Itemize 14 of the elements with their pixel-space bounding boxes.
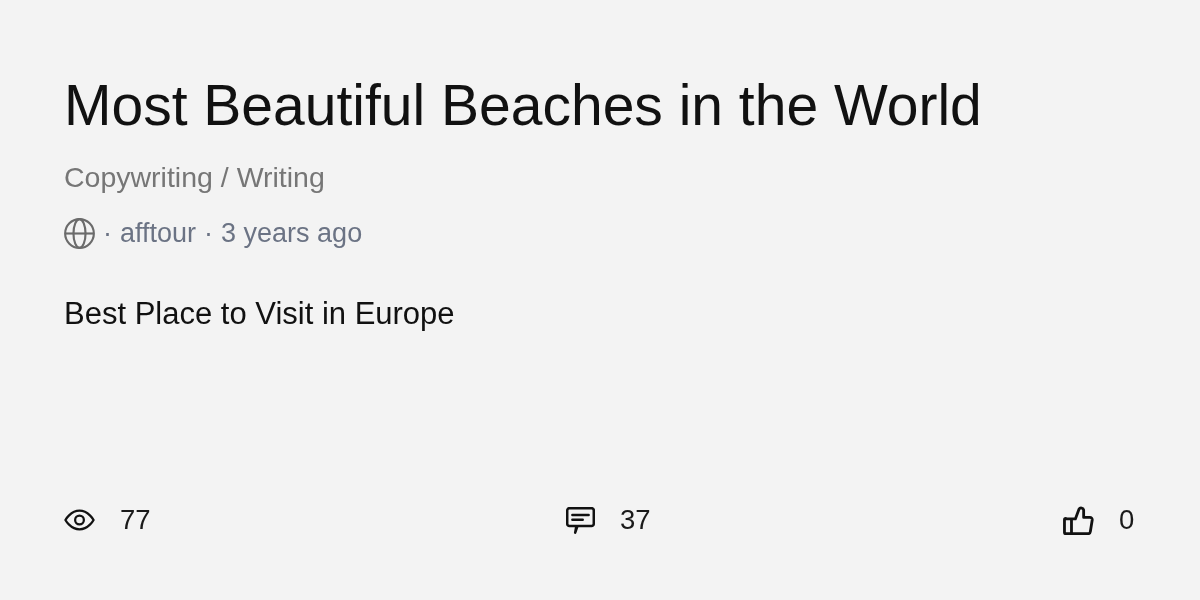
comment-count: 37	[620, 503, 651, 537]
post-description: Best Place to Visit in Europe	[64, 295, 455, 333]
separator-dot: ·	[103, 217, 112, 250]
thumbs-up-icon[interactable]	[1063, 505, 1094, 535]
like-count: 0	[1119, 503, 1135, 537]
post-time: 3 years ago	[221, 217, 363, 250]
separator-dot: ·	[204, 217, 214, 250]
globe-icon	[64, 217, 95, 249]
author-name[interactable]: afftour	[120, 216, 197, 250]
view-count: 77	[120, 503, 151, 537]
eye-icon	[64, 509, 95, 531]
post-title: Most Beautiful Beaches in the World	[64, 72, 982, 138]
category-label: Copywriting / Writing	[64, 160, 325, 194]
comment-icon	[566, 506, 595, 534]
